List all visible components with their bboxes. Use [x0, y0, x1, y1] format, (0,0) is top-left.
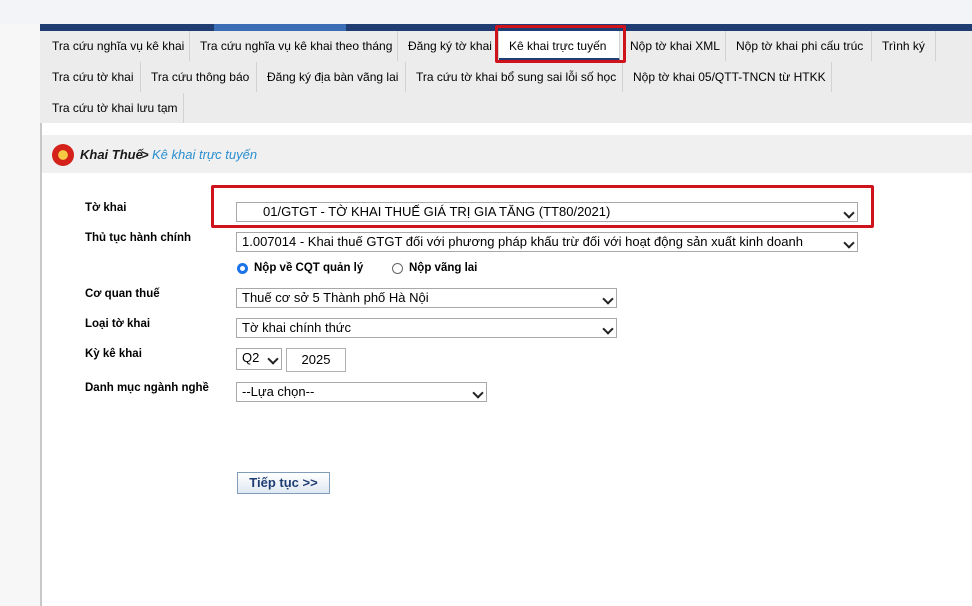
- to-khai-value: 01/GTGT - TỜ KHAI THUẾ GIÁ TRỊ GIA TĂNG …: [263, 204, 611, 219]
- tab-nop-to-khai-phi-cau-truc[interactable]: Nộp tờ khai phi cấu trúc: [726, 31, 872, 61]
- danh-muc-value: --Lựa chọn--: [242, 384, 315, 399]
- loai-value: Tờ khai chính thức: [242, 320, 351, 335]
- tab-tra-cuu-to-khai-bo-sung[interactable]: Tra cứu tờ khai bổ sung sai lỗi số học: [406, 62, 623, 92]
- tab-tra-cuu-nghia-vu-ke-khai-theo-thang[interactable]: Tra cứu nghĩa vụ kê khai theo tháng: [190, 31, 398, 61]
- tab-tra-cuu-nghia-vu-ke-khai[interactable]: Tra cứu nghĩa vụ kê khai: [42, 31, 190, 61]
- chevron-down-icon: [267, 353, 279, 365]
- top-nav-highlight: [214, 24, 346, 31]
- continue-button[interactable]: Tiếp tục >>: [237, 472, 330, 494]
- thu-tuc-select[interactable]: 1.007014 - Khai thuế GTGT đối với phương…: [236, 232, 858, 252]
- ky-quarter-select[interactable]: Q2: [236, 348, 282, 370]
- tab-tra-cuu-thong-bao[interactable]: Tra cứu thông báo: [141, 62, 257, 92]
- loai-select[interactable]: Tờ khai chính thức: [236, 318, 617, 338]
- chevron-down-icon: [843, 207, 855, 219]
- tab-trinh-ky[interactable]: Trình ký: [872, 31, 936, 61]
- tab-nop-to-khai-xml[interactable]: Nộp tờ khai XML: [620, 31, 726, 61]
- chevron-down-icon: [602, 323, 614, 335]
- to-khai-label: Tờ khai: [85, 202, 127, 214]
- chevron-down-icon: [843, 237, 855, 249]
- thu-tuc-label: Thủ tục hành chính: [85, 232, 192, 244]
- danh-muc-label: Danh mục ngành nghề: [85, 382, 209, 394]
- tab-nop-to-khai-05-qtt-tncn[interactable]: Nộp tờ khai 05/QTT-TNCN từ HTKK: [623, 62, 832, 92]
- breadcrumb-separator: >: [141, 147, 149, 162]
- chevron-down-icon: [472, 387, 484, 399]
- radio-nop-ve-cqt-label: Nộp về CQT quản lý: [254, 262, 364, 274]
- browser-top-strip: [0, 0, 972, 24]
- tab-dang-ky-dia-ban-vang-lai[interactable]: Đăng ký địa bàn vãng lai: [257, 62, 406, 92]
- co-quan-label: Cơ quan thuế: [85, 288, 160, 300]
- tab-tra-cuu-to-khai-luu-tam[interactable]: Tra cứu tờ khai lưu tạm: [42, 93, 184, 123]
- ky-quarter-value: Q2: [242, 350, 260, 365]
- chevron-down-icon: [602, 293, 614, 305]
- top-nav-bar: [40, 24, 972, 31]
- main-content: [42, 123, 972, 606]
- tab-tra-cuu-to-khai[interactable]: Tra cứu tờ khai: [42, 62, 141, 92]
- tab-dang-ky-to-khai[interactable]: Đăng ký tờ khai: [398, 31, 499, 61]
- tab-ke-khai-truc-tuyen[interactable]: Kê khai trực tuyến: [499, 31, 620, 61]
- co-quan-select[interactable]: Thuế cơ sở 5 Thành phố Hà Nội: [236, 288, 617, 308]
- ky-label: Kỳ kê khai: [85, 348, 142, 360]
- loai-label: Loại tờ khai: [85, 318, 151, 330]
- radio-nop-vang-lai-label: Nộp vãng lai: [409, 262, 478, 274]
- to-khai-select[interactable]: 01/GTGT - TỜ KHAI THUẾ GIÁ TRỊ GIA TĂNG …: [236, 202, 858, 222]
- danh-muc-select[interactable]: --Lựa chọn--: [236, 382, 487, 402]
- breadcrumb-current: Kê khai trực tuyến: [152, 147, 258, 162]
- breadcrumb-root[interactable]: Khai Thuế: [80, 147, 143, 162]
- radio-nop-vang-lai[interactable]: [392, 263, 403, 274]
- radio-nop-ve-cqt[interactable]: [237, 263, 248, 274]
- ky-year-input[interactable]: 2025: [286, 348, 346, 372]
- thu-tuc-value: 1.007014 - Khai thuế GTGT đối với phương…: [242, 234, 803, 249]
- co-quan-value: Thuế cơ sở 5 Thành phố Hà Nội: [242, 290, 429, 305]
- national-emblem-icon: [52, 144, 74, 166]
